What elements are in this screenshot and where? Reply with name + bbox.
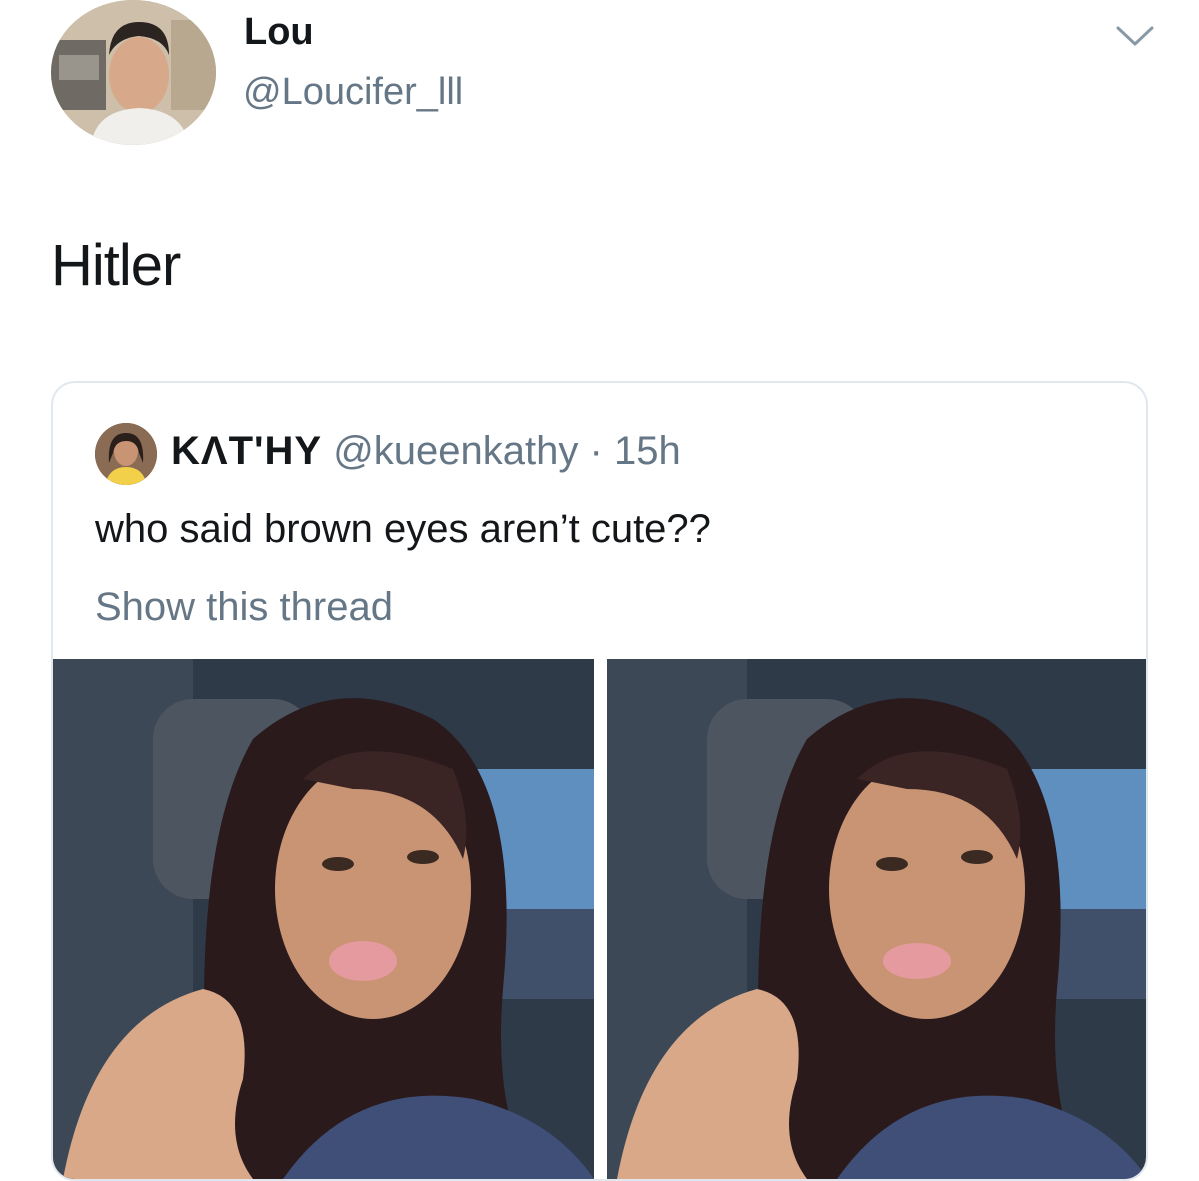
- quoted-author-avatar[interactable]: [95, 423, 157, 485]
- show-thread-link[interactable]: Show this thread: [95, 579, 393, 635]
- quoted-handle[interactable]: @kueenkathy: [333, 429, 578, 473]
- profile-photo-icon: [95, 423, 157, 485]
- selfie-photo-icon: [53, 659, 594, 1179]
- author-avatar[interactable]: [51, 0, 216, 145]
- quoted-media-2[interactable]: [607, 659, 1146, 1179]
- chevron-down-icon[interactable]: [1112, 20, 1158, 52]
- quoted-media-1[interactable]: [53, 659, 594, 1179]
- quoted-display-name[interactable]: KΛT'HY: [171, 429, 322, 473]
- profile-photo-icon: [51, 0, 216, 145]
- quoted-tweet-text: who said brown eyes aren’t cute??: [95, 507, 711, 551]
- quoted-tweet-header: KΛT'HY @kueenkathy · 15h: [171, 423, 681, 479]
- selfie-photo-icon: [607, 659, 1146, 1179]
- tweet-text: Hitler: [51, 233, 181, 298]
- author-display-name[interactable]: Lou: [244, 8, 314, 56]
- author-handle[interactable]: @Loucifer_lll: [243, 68, 463, 116]
- separator-dot: ·: [589, 429, 603, 473]
- quoted-tweet-card[interactable]: KΛT'HY @kueenkathy · 15h who said brown …: [51, 381, 1148, 1181]
- quoted-timestamp[interactable]: 15h: [614, 429, 681, 473]
